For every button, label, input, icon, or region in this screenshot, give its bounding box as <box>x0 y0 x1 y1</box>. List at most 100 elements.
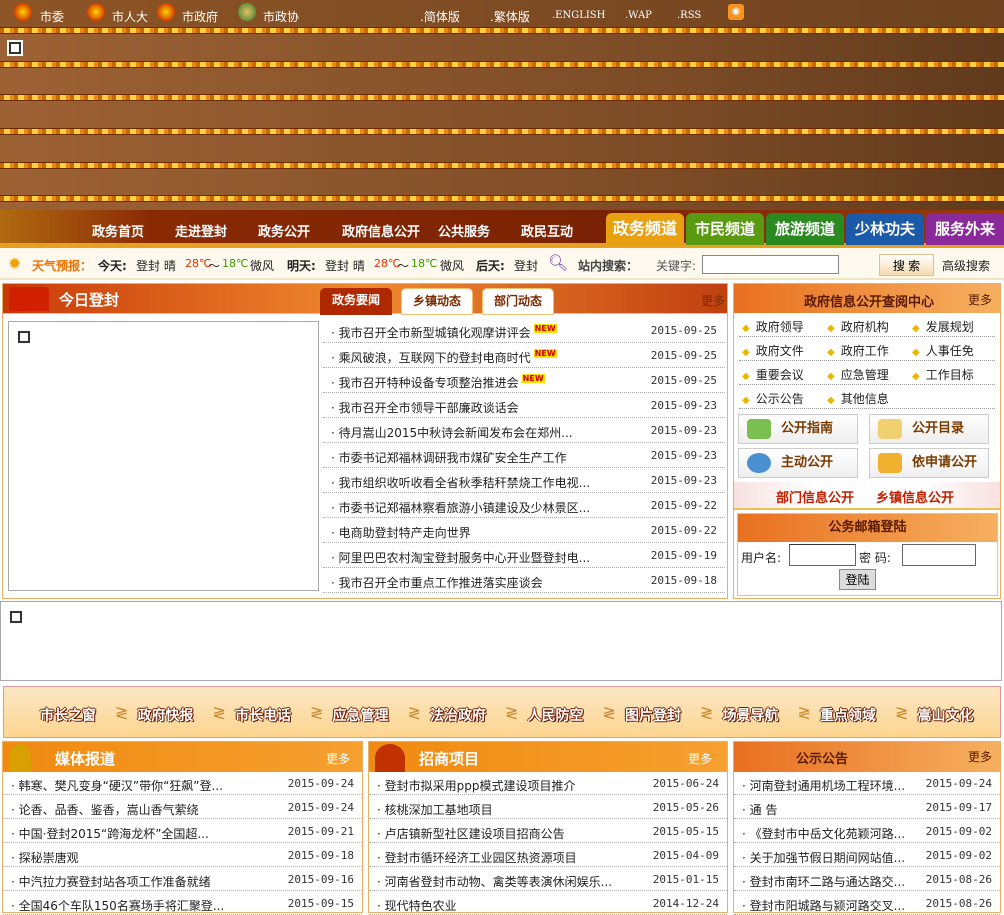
item-title[interactable]: · 中国·登封2015“跨海龙杯”全国超... <box>11 825 209 842</box>
nav-about[interactable]: 走进登封 <box>175 221 227 240</box>
more-link[interactable]: 更多 <box>968 748 992 765</box>
photo-slideshow[interactable] <box>8 321 319 591</box>
channel-tourism[interactable]: 旅游频道 <box>766 213 844 245</box>
item-title[interactable]: · 阿里巴巴农村淘宝登封服务中心开业暨登封电... <box>331 549 590 566</box>
item-title[interactable]: · 韩寒、樊凡变身“硬汉”带你“狂飙”登... <box>11 777 223 794</box>
item-title[interactable]: · 《登封市中岳文化苑颖河路... <box>742 825 905 842</box>
link-shizhengfu[interactable]: 市政府 <box>182 8 218 25</box>
list-item[interactable]: · 探秘崇唐观 2015-09-18 <box>3 843 362 867</box>
list-item[interactable]: · 河南省登封市动物、禽类等表演休闲娱乐... 2015-01-15 <box>369 867 727 891</box>
list-item[interactable]: · 电商助登封特产走向世界 2015-09-22 <box>323 518 725 543</box>
tab-towns[interactable]: 乡镇动态 <box>401 288 473 315</box>
govinfo-link[interactable]: 应急管理 <box>827 366 889 383</box>
list-item[interactable]: · 我市组织收听收看全省秋季秸秆禁烧工作电视... 2015-09-23 <box>323 468 725 493</box>
quick-link[interactable]: 应急管理 <box>333 705 389 725</box>
quick-link[interactable]: 法治政府 <box>430 705 486 725</box>
item-title[interactable]: · 登封市南环二路与通达路交... <box>742 873 905 890</box>
link-shiwei[interactable]: 市委 <box>40 8 64 25</box>
item-title[interactable]: · 登封市拟采用ppp模式建设项目推介 <box>377 777 576 794</box>
link-simplified[interactable]: .简体版 <box>420 8 460 25</box>
item-title[interactable]: · 登封市循环经济工业园区热资源项目 <box>377 849 577 866</box>
active-disclosure-button[interactable]: 主动公开 <box>738 448 858 478</box>
link-rss[interactable]: .RSS <box>677 10 701 21</box>
quick-link[interactable]: 市长之窗 <box>40 705 96 725</box>
govinfo-link[interactable]: 政府工作 <box>827 342 889 359</box>
keyword-input[interactable] <box>702 255 839 274</box>
list-item[interactable]: · 全国46个车队150名赛场手将汇聚登... 2015-09-15 <box>3 891 362 915</box>
town-info-link[interactable]: 乡镇信息公开 <box>876 487 954 506</box>
list-item[interactable]: · 《登封市中岳文化苑颖河路... 2015-09-02 <box>734 819 1000 843</box>
item-title[interactable]: · 河南省登封市动物、禽类等表演休闲娱乐... <box>377 873 612 890</box>
link-traditional[interactable]: .繁体版 <box>490 8 530 25</box>
quick-link[interactable]: 嵩山文化 <box>918 705 974 725</box>
dept-info-link[interactable]: 部门信息公开 <box>776 487 854 506</box>
item-title[interactable]: · 我市召开特种设备专项整治推进会 NEW <box>331 374 545 391</box>
channel-gov[interactable]: 政务频道 <box>606 213 684 245</box>
list-item[interactable]: · 阿里巴巴农村淘宝登封服务中心开业暨登封电... 2015-09-19 <box>323 543 725 568</box>
more-link[interactable]: 更多 <box>688 750 712 767</box>
item-title[interactable]: · 论香、品香、鉴香，嵩山香气萦绕 <box>11 801 199 818</box>
item-title[interactable]: · 通 告 <box>742 801 777 818</box>
item-title[interactable]: · 我市组织收听收看全省秋季秸秆禁烧工作电视... <box>331 474 590 491</box>
quick-link[interactable]: 重点领域 <box>820 705 876 725</box>
item-title[interactable]: · 关于加强节假日期间网站值... <box>742 849 905 866</box>
item-title[interactable]: · 卢店镇新型社区建设项目招商公告 <box>377 825 565 842</box>
quick-link[interactable]: 市长电话 <box>235 705 291 725</box>
list-item[interactable]: · 我市召开特种设备专项整治推进会 NEW 2015-09-25 <box>323 368 725 393</box>
item-title[interactable]: · 我市召开全市领导干部廉政谈话会 <box>331 399 519 416</box>
link-shirenda[interactable]: 市人大 <box>112 8 148 25</box>
search-button[interactable]: 搜 索 <box>879 254 934 276</box>
tab-news[interactable]: 政务要闻 <box>320 288 392 315</box>
list-item[interactable]: · 卢店镇新型社区建设项目招商公告 2015-05-15 <box>369 819 727 843</box>
list-item[interactable]: · 乘风破浪，互联网下的登封电商时代 NEW 2015-09-25 <box>323 343 725 368</box>
list-item[interactable]: · 市委书记郑福林调研我市煤矿安全生产工作 2015-09-23 <box>323 443 725 468</box>
govinfo-link[interactable]: 重要会议 <box>742 366 804 383</box>
password-input[interactable] <box>902 544 976 566</box>
quick-link[interactable]: 图片登封 <box>625 705 681 725</box>
list-item[interactable]: · 河南登封通用机场工程环境... 2015-09-24 <box>734 771 1000 795</box>
govinfo-link[interactable]: 工作目标 <box>912 366 974 383</box>
govinfo-link[interactable]: 发展规划 <box>912 318 974 335</box>
nav-gov-info[interactable]: 政府信息公开 <box>342 221 420 240</box>
item-title[interactable]: · 市委书记郑福林调研我市煤矿安全生产工作 <box>331 449 567 466</box>
item-title[interactable]: · 探秘崇唐观 <box>11 849 79 866</box>
quick-link[interactable]: 场景导航 <box>723 705 779 725</box>
list-item[interactable]: · 登封市阳城路与颍河路交叉... 2015-08-26 <box>734 891 1000 915</box>
item-title[interactable]: · 登封市阳城路与颍河路交叉... <box>742 897 905 914</box>
item-title[interactable]: · 市委书记郑福林察看旅游小镇建设及少林景区... <box>331 499 590 516</box>
quick-link[interactable]: 政府快报 <box>138 705 194 725</box>
quick-link[interactable]: 人民防空 <box>528 705 584 725</box>
item-title[interactable]: · 乘风破浪，互联网下的登封电商时代 NEW <box>331 349 557 366</box>
channel-shaolin[interactable]: 少林功夫 <box>846 213 924 245</box>
item-title[interactable]: · 中汽拉力赛登封站各项工作准备就绪 <box>11 873 211 890</box>
nav-home[interactable]: 政务首页 <box>92 221 144 240</box>
list-item[interactable]: · 论香、品香、鉴香，嵩山香气萦绕 2015-09-24 <box>3 795 362 819</box>
govinfo-link[interactable]: 人事任免 <box>912 342 974 359</box>
list-item[interactable]: · 通 告 2015-09-17 <box>734 795 1000 819</box>
item-title[interactable]: · 待月嵩山2015中秋诗会新闻发布会在郑州... <box>331 424 573 441</box>
list-item[interactable]: · 中国·登封2015“跨海龙杯”全国超... 2015-09-21 <box>3 819 362 843</box>
list-item[interactable]: · 核桃深加工基地项目 2015-05-26 <box>369 795 727 819</box>
more-link[interactable]: 更多 <box>968 291 992 308</box>
list-item[interactable]: · 现代特色农业 2014-12-24 <box>369 891 727 915</box>
item-title[interactable]: · 核桃深加工基地项目 <box>377 801 493 818</box>
link-shizhengxie[interactable]: 市政协 <box>263 8 299 25</box>
govinfo-link[interactable]: 政府领导 <box>742 318 804 335</box>
rss-icon[interactable]: ◉ <box>728 4 744 20</box>
list-item[interactable]: · 韩寒、樊凡变身“硬汉”带你“狂飙”登... 2015-09-24 <box>3 771 362 795</box>
list-item[interactable]: · 待月嵩山2015中秋诗会新闻发布会在郑州... 2015-09-23 <box>323 418 725 443</box>
list-item[interactable]: · 登封市南环二路与通达路交... 2015-08-26 <box>734 867 1000 891</box>
more-link[interactable]: 更多 <box>701 292 725 309</box>
list-item[interactable]: · 关于加强节假日期间网站值... 2015-09-02 <box>734 843 1000 867</box>
channel-services[interactable]: 服务外来 <box>926 213 1004 245</box>
govinfo-link[interactable]: 其他信息 <box>827 390 889 407</box>
advanced-search-link[interactable]: 高级搜索 <box>942 257 990 274</box>
nav-gov-affairs[interactable]: 政务公开 <box>258 221 310 240</box>
list-item[interactable]: · 中汽拉力赛登封站各项工作准备就绪 2015-09-16 <box>3 867 362 891</box>
list-item[interactable]: · 我市召开全市新型城镇化观摩讲评会 NEW 2015-09-25 <box>323 318 725 343</box>
open-guide-button[interactable]: 公开指南 <box>738 414 858 444</box>
item-title[interactable]: · 我市召开全市新型城镇化观摩讲评会 NEW <box>331 324 557 341</box>
list-item[interactable]: · 登封市拟采用ppp模式建设项目推介 2015-06-24 <box>369 771 727 795</box>
username-input[interactable] <box>789 544 856 566</box>
nav-public-service[interactable]: 公共服务 <box>438 221 490 240</box>
